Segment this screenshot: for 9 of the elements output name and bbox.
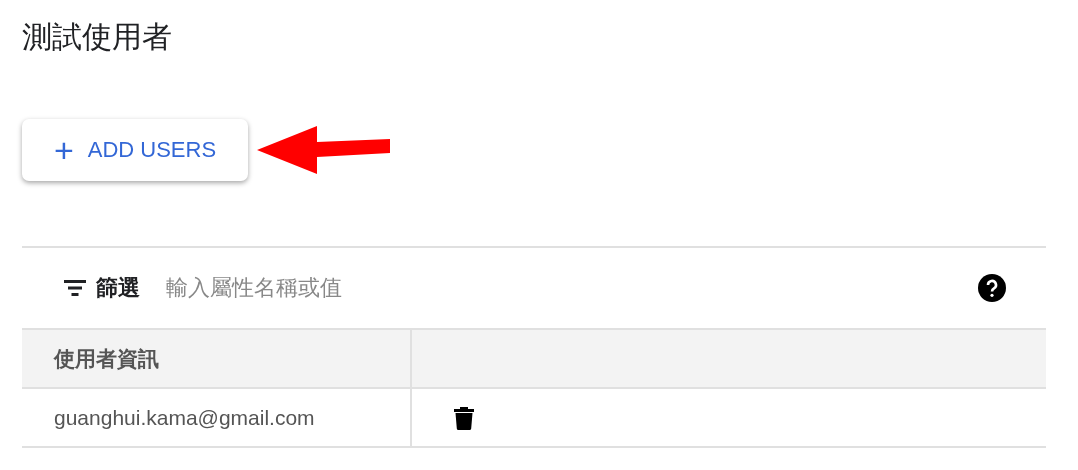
page-title: 測試使用者 [22, 19, 173, 55]
table-cell: guanghui.kama@gmail.com [22, 389, 412, 446]
filter-label: 篩選 [96, 274, 140, 302]
help-icon[interactable] [978, 274, 1006, 302]
delete-icon[interactable] [454, 405, 474, 430]
column-header: 使用者資訊 [22, 330, 412, 387]
filter-field[interactable]: 輸入屬性名稱或值 [166, 275, 978, 301]
filter-icon [64, 280, 86, 296]
add-users-button[interactable]: + ADD USERS [22, 119, 248, 181]
